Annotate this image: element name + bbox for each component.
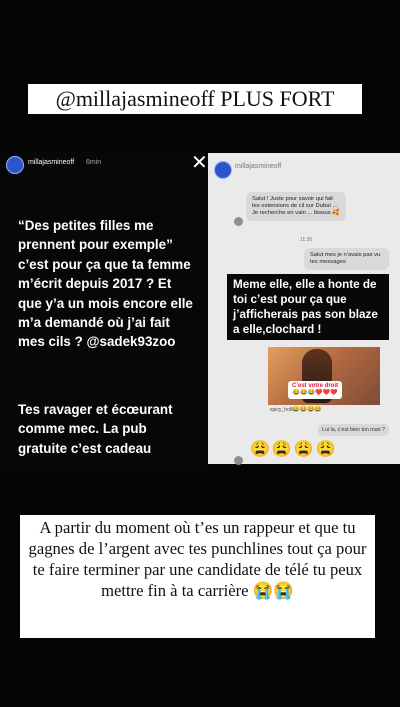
bottom-caption-box: A partir du moment où t’es un rappeur et…: [20, 515, 375, 638]
left-story-main-text: “Des petites filles me prennent pour exe…: [18, 218, 193, 350]
bottom-avatar: [234, 456, 243, 465]
message-bubble-1: Salut ! Juste pour savoir qui fait tes e…: [246, 192, 346, 221]
headline-box: @millajasmineoff PLUS FORT: [28, 84, 362, 114]
photo-caption-emojis: 😂😂😂❤️❤️❤️: [292, 390, 338, 396]
reaction-emojis: 😂😂😂😂: [292, 407, 322, 413]
overlay-caption: Meme elle, elle a honte de toi c’est pou…: [227, 274, 389, 340]
bottom-caption-text: A partir du moment où t’es un rappeur et…: [28, 518, 367, 600]
message-bubble-2: Salut mes je n’avais pas vu tes messages: [304, 248, 389, 270]
photo-caption-text: C’est votre droit: [292, 383, 339, 389]
message-timestamp: 11:30: [300, 237, 313, 243]
reply-bubble: Lui la, c’est bien ton mari ?: [318, 424, 390, 436]
right-avatar: [214, 161, 232, 179]
headline-text: @millajasmineoff PLUS FORT: [55, 86, 335, 111]
left-story-secondary-text: Tes ravager et écœurant comme mec. La pu…: [18, 402, 173, 456]
left-story-time: 6min: [86, 159, 102, 166]
right-username: millajasmineoff: [235, 163, 282, 170]
photo-caption: C’est votre droit 😂😂😂❤️❤️❤️: [288, 381, 343, 399]
close-icon[interactable]: ✕: [191, 153, 208, 173]
left-avatar: [6, 156, 24, 174]
left-story-header: millajasmineoff 6min ✕: [0, 152, 208, 176]
message-avatar: [234, 217, 243, 226]
bottom-emojis: 😩😩😩😩: [250, 441, 338, 458]
left-username: millajasmineoff: [28, 159, 75, 166]
